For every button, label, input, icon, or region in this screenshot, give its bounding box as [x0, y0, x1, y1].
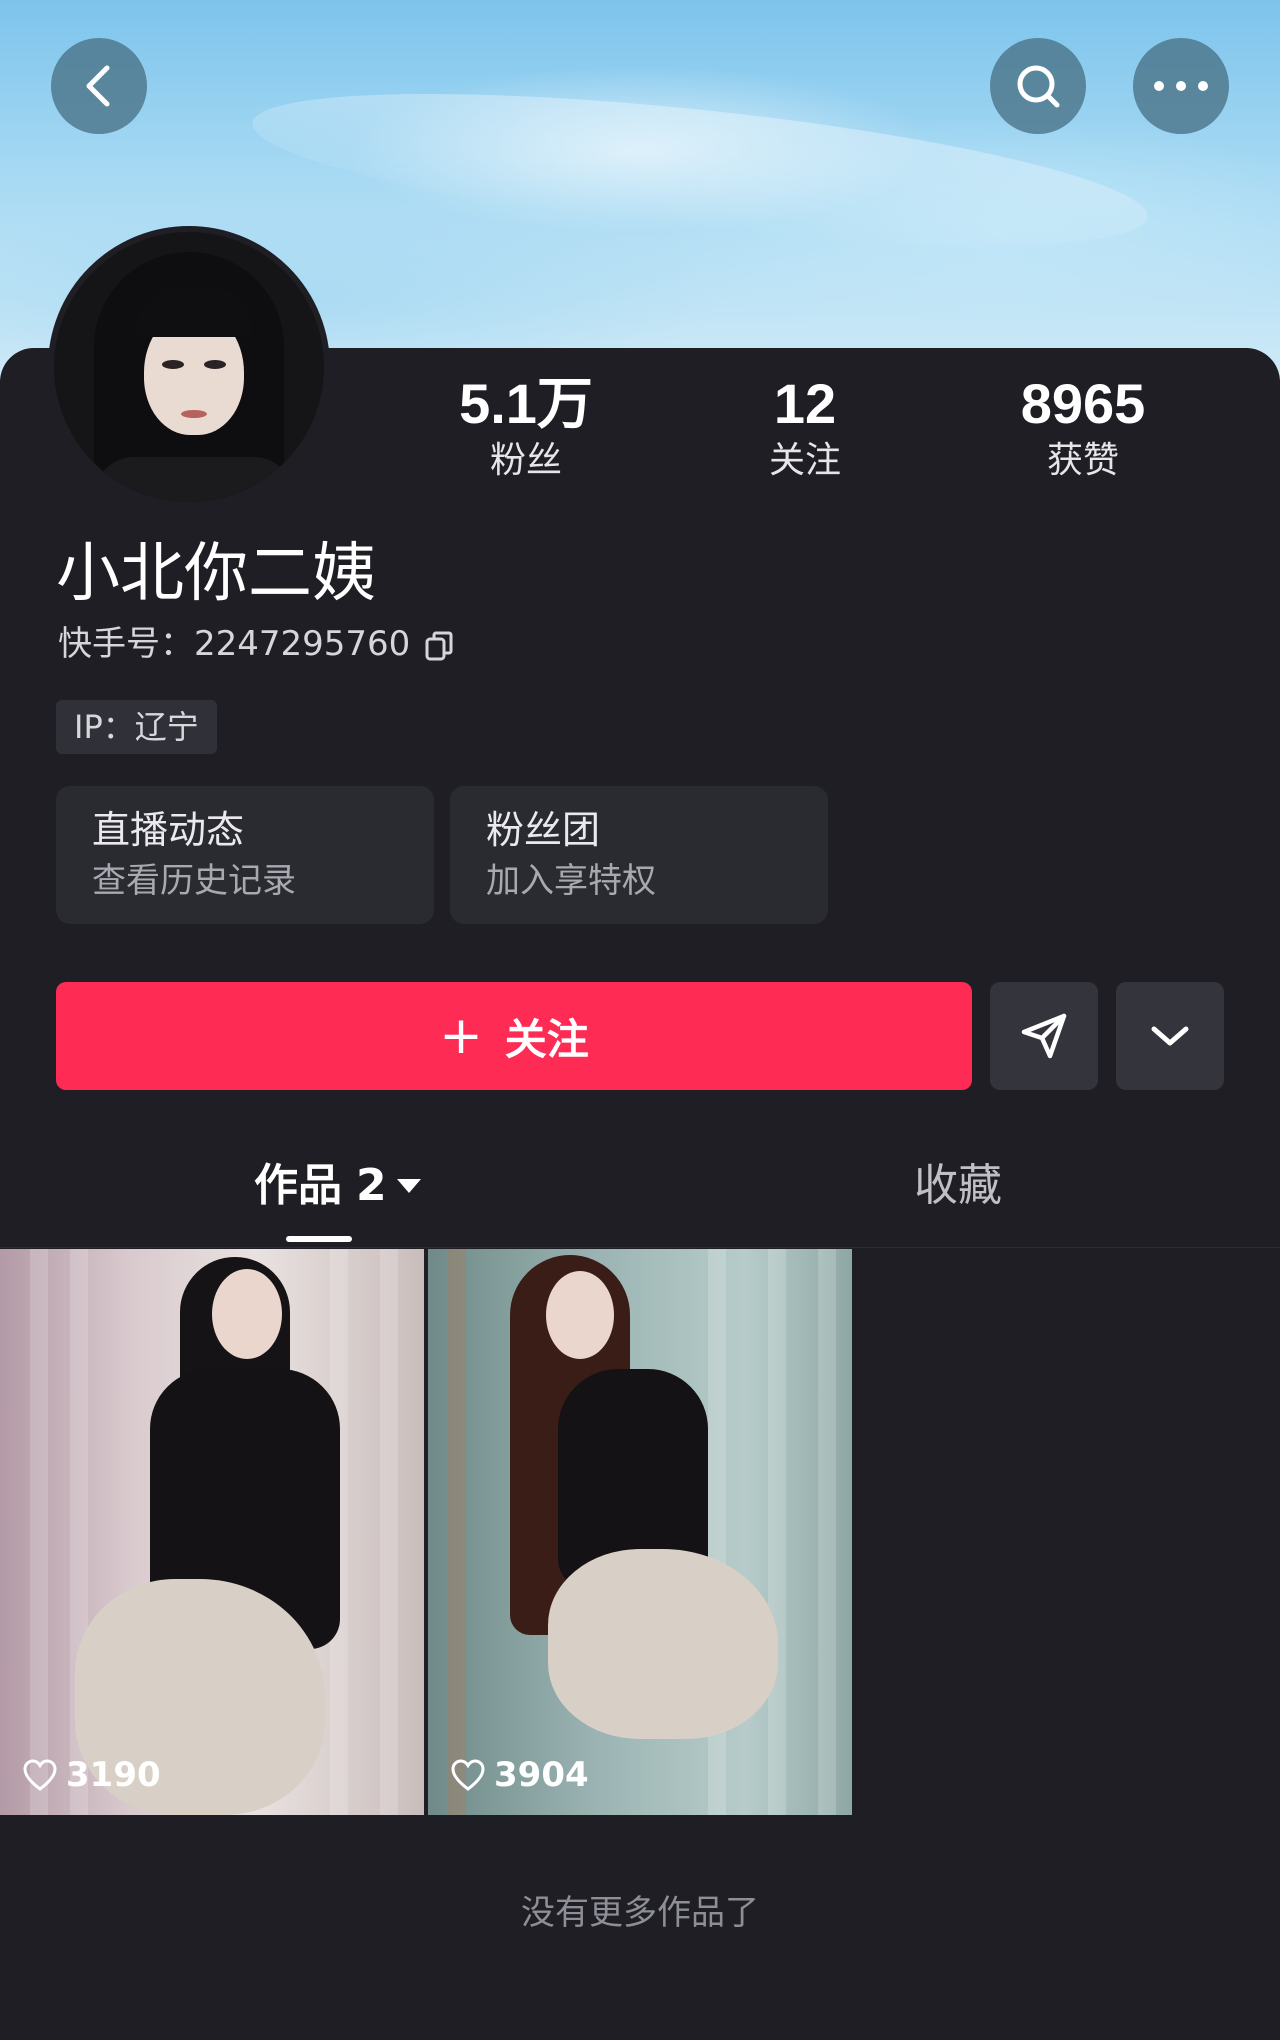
work-thumbnail[interactable]: 3190	[0, 1249, 424, 1815]
search-button[interactable]	[990, 38, 1086, 134]
expand-button[interactable]	[1116, 982, 1224, 1090]
follow-label: 关注	[504, 1014, 589, 1064]
active-tab-indicator	[286, 1236, 352, 1242]
send-icon	[1021, 1013, 1067, 1059]
more-button[interactable]	[1133, 38, 1229, 134]
search-icon	[1017, 65, 1060, 108]
stat-following-value: 12	[773, 372, 837, 435]
stat-followers[interactable]: 5.1万 粉丝	[426, 372, 626, 486]
fan-club-subtitle: 加入享特权	[486, 861, 656, 901]
more-dots-icon	[1154, 81, 1208, 91]
account-id-row: 快手号：2247295760	[58, 622, 453, 666]
work-thumbnail[interactable]: 3904	[428, 1249, 852, 1815]
back-button[interactable]	[51, 38, 147, 134]
stat-likes-value: 8965	[1020, 372, 1146, 435]
work-likes: 3190	[22, 1755, 161, 1795]
live-history-title: 直播动态	[92, 808, 245, 852]
stat-followers-label: 粉丝	[489, 440, 562, 481]
chevron-left-icon	[86, 65, 110, 107]
tab-works[interactable]: 作品 2	[254, 1156, 421, 1216]
follow-button[interactable]: + 关注	[56, 982, 972, 1090]
stat-following[interactable]: 12 关注	[705, 372, 905, 486]
stat-following-label: 关注	[768, 440, 841, 481]
live-history-card[interactable]: 直播动态 查看历史记录	[56, 786, 434, 924]
fan-club-title: 粉丝团	[486, 808, 601, 852]
live-history-subtitle: 查看历史记录	[92, 861, 296, 901]
work-likes-count: 3190	[66, 1755, 161, 1795]
work-likes-count: 3904	[494, 1755, 589, 1795]
stat-likes-label: 获赞	[1046, 440, 1119, 481]
heart-icon	[23, 1759, 57, 1791]
tab-favorites[interactable]: 收藏	[914, 1156, 1002, 1216]
tab-works-label: 作品	[254, 1160, 342, 1211]
work-likes: 3904	[450, 1755, 589, 1795]
caret-down-icon	[396, 1179, 421, 1193]
account-id: 快手号：2247295760	[58, 624, 411, 664]
chevron-down-icon	[1151, 1026, 1189, 1046]
no-more-works-text: 没有更多作品了	[521, 1893, 759, 1933]
plus-icon: +	[439, 1006, 483, 1066]
stat-likes[interactable]: 8965 获赞	[983, 372, 1183, 486]
avatar[interactable]	[48, 226, 330, 508]
message-button[interactable]	[990, 982, 1098, 1090]
username: 小北你二姨	[56, 537, 376, 611]
tab-divider	[0, 1247, 1280, 1248]
fan-club-card[interactable]: 粉丝团 加入享特权	[450, 786, 828, 924]
heart-icon	[451, 1759, 485, 1791]
tab-works-count: 2	[356, 1160, 387, 1211]
ip-location-tag: IP：辽宁	[56, 700, 217, 754]
copy-icon[interactable]	[424, 629, 453, 661]
stat-followers-value: 5.1万	[459, 372, 593, 435]
